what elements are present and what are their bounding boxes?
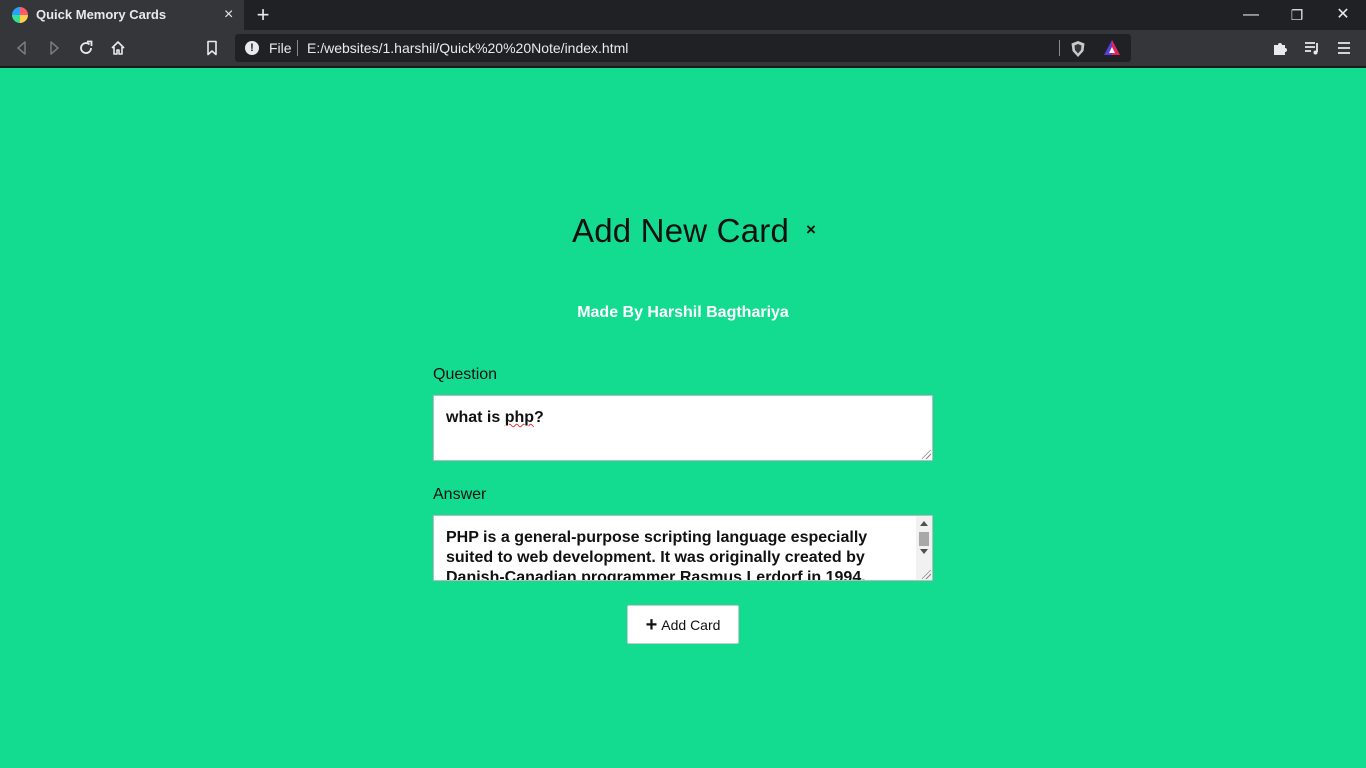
favicon-icon xyxy=(12,7,28,23)
media-queue-icon[interactable] xyxy=(1300,36,1324,60)
scrollbar-thumb[interactable] xyxy=(919,532,929,546)
browser-tab[interactable]: Quick Memory Cards × xyxy=(0,0,244,30)
info-icon[interactable]: ! xyxy=(245,41,259,55)
resize-handle[interactable] xyxy=(922,450,931,459)
page-content: Add New Card × Made By Harshil Bagthariy… xyxy=(0,70,1366,768)
tab-title: Quick Memory Cards xyxy=(36,7,167,22)
back-icon[interactable] xyxy=(10,36,34,60)
answer-text: PHP is a general-purpose scripting langu… xyxy=(446,529,868,581)
menu-icon[interactable] xyxy=(1332,36,1356,60)
close-icon[interactable]: × xyxy=(806,220,816,240)
answer-textarea[interactable]: PHP is a general-purpose scripting langu… xyxy=(433,515,933,581)
author-credit: Made By Harshil Bagthariya xyxy=(577,304,789,321)
home-icon[interactable] xyxy=(106,36,130,60)
divider xyxy=(1059,40,1060,56)
question-text-suffix: ? xyxy=(534,409,544,426)
url-text[interactable]: E:/websites/1.harshil/Quick%20%20Note/in… xyxy=(307,40,628,56)
page-title: Add New Card xyxy=(572,212,789,249)
minimize-button[interactable]: — xyxy=(1228,0,1274,30)
question-text-prefix: what is xyxy=(446,409,505,426)
scroll-up-icon[interactable] xyxy=(920,521,928,526)
plus-icon: + xyxy=(645,613,658,636)
reload-icon[interactable] xyxy=(74,36,98,60)
resize-handle[interactable] xyxy=(922,570,931,579)
question-label: Question xyxy=(433,366,498,383)
restore-button[interactable]: ❐ xyxy=(1274,0,1320,30)
divider xyxy=(297,40,298,56)
extensions-icon[interactable] xyxy=(1268,36,1292,60)
add-card-button[interactable]: + Add Card xyxy=(627,605,739,644)
address-bar[interactable]: ! File E:/websites/1.harshil/Quick%20%20… xyxy=(235,34,1131,62)
misspelled-word: php xyxy=(504,409,535,426)
question-textarea[interactable]: what is php? xyxy=(433,395,933,461)
scroll-down-icon[interactable] xyxy=(920,549,928,554)
brave-rewards-icon[interactable] xyxy=(1103,39,1121,62)
tab-close-icon[interactable]: × xyxy=(224,5,233,25)
add-card-label: Add Card xyxy=(661,616,721,633)
answer-label: Answer xyxy=(433,486,487,503)
close-window-button[interactable]: ✕ xyxy=(1320,0,1366,30)
scheme-label: File xyxy=(269,40,292,56)
forward-icon[interactable] xyxy=(42,36,66,60)
brave-shield-icon[interactable] xyxy=(1069,40,1087,63)
header-row: Add New Card × xyxy=(0,212,1366,252)
tab-strip: Quick Memory Cards × + — ❐ ✕ xyxy=(0,0,1366,30)
bookmark-icon[interactable] xyxy=(200,36,224,60)
new-tab-button[interactable]: + xyxy=(252,2,274,28)
navigation-bar: ! File E:/websites/1.harshil/Quick%20%20… xyxy=(0,30,1366,68)
